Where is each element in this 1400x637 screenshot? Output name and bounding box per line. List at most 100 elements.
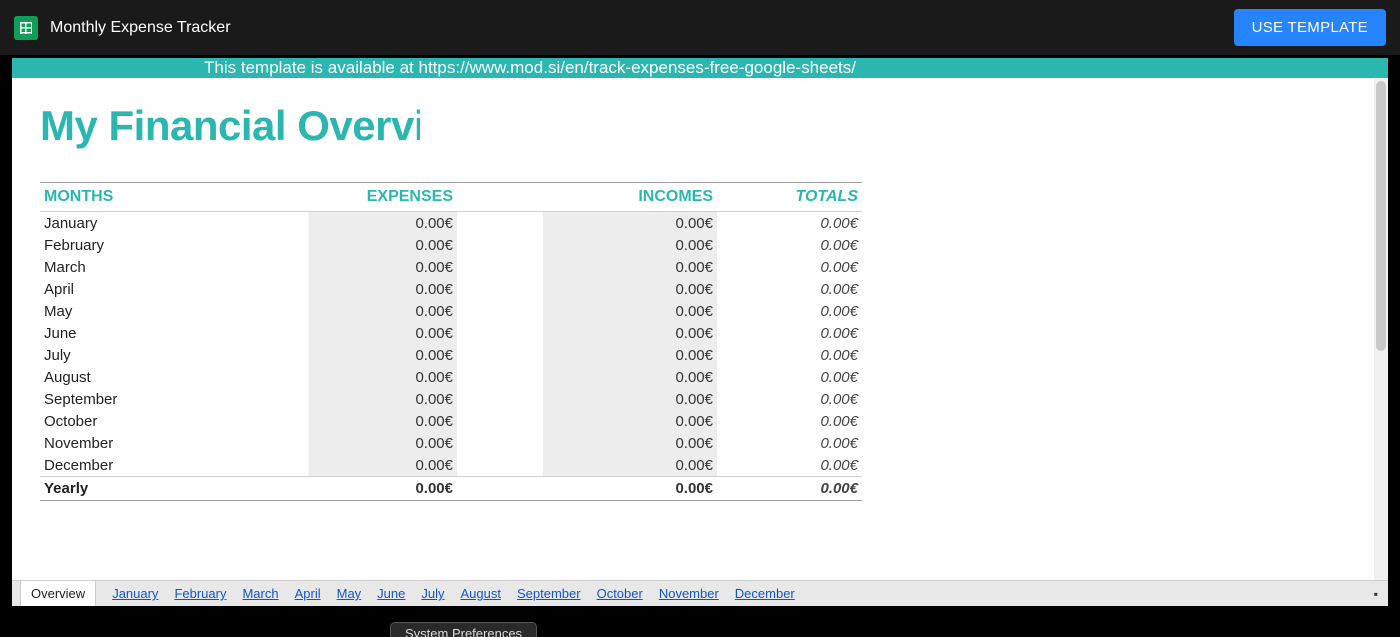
cell-totals[interactable]: 0.00€ xyxy=(717,344,862,366)
cell-incomes[interactable]: 0.00€ xyxy=(457,322,717,344)
cell-incomes[interactable]: 0.00€ xyxy=(457,212,717,235)
cell-expenses[interactable]: 0.00€ xyxy=(235,256,457,278)
cell-month[interactable]: April xyxy=(40,278,235,300)
sheets-icon xyxy=(14,16,38,40)
cell-month[interactable]: December xyxy=(40,454,235,477)
cell-month[interactable]: July xyxy=(40,344,235,366)
table-row[interactable]: October0.00€0.00€0.00€ xyxy=(40,410,862,432)
cell-totals[interactable]: 0.00€ xyxy=(717,234,862,256)
cell-expenses[interactable]: 0.00€ xyxy=(235,344,457,366)
tab-june[interactable]: June xyxy=(377,586,405,601)
tab-february[interactable]: February xyxy=(174,586,226,601)
tab-november[interactable]: November xyxy=(659,586,719,601)
cell-month[interactable]: August xyxy=(40,366,235,388)
cell-month[interactable]: September xyxy=(40,388,235,410)
cell-month[interactable]: October xyxy=(40,410,235,432)
cell-totals[interactable]: 0.00€ xyxy=(717,212,862,235)
col-header-totals: TOTALS xyxy=(717,183,862,212)
cell-month[interactable]: May xyxy=(40,300,235,322)
tab-may[interactable]: May xyxy=(337,586,362,601)
sheet-tab-strip: Overview January February March April Ma… xyxy=(12,580,1388,606)
cell-month[interactable]: June xyxy=(40,322,235,344)
cell-totals[interactable]: 0.00€ xyxy=(717,432,862,454)
cell-expenses[interactable]: 0.00€ xyxy=(235,300,457,322)
table-row[interactable]: September0.00€0.00€0.00€ xyxy=(40,388,862,410)
system-preferences-popup[interactable]: System Preferences xyxy=(390,622,537,637)
cell-expenses[interactable]: 0.00€ xyxy=(235,278,457,300)
cell-totals[interactable]: 0.00€ xyxy=(717,300,862,322)
cell-totals[interactable]: 0.00€ xyxy=(717,454,862,477)
table-row[interactable]: May0.00€0.00€0.00€ xyxy=(40,300,862,322)
cell-expenses[interactable]: 0.00€ xyxy=(235,410,457,432)
tab-overview[interactable]: Overview xyxy=(20,580,96,606)
col-header-expenses: EXPENSES xyxy=(235,183,457,212)
table-row[interactable]: February0.00€0.00€0.00€ xyxy=(40,234,862,256)
cell-month[interactable]: March xyxy=(40,256,235,278)
cell-expenses[interactable]: 0.00€ xyxy=(235,366,457,388)
table-row[interactable]: August0.00€0.00€0.00€ xyxy=(40,366,862,388)
cell-totals[interactable]: 0.00€ xyxy=(717,256,862,278)
cell-incomes[interactable]: 0.00€ xyxy=(457,344,717,366)
cell-incomes[interactable]: 0.00€ xyxy=(457,410,717,432)
table-row[interactable]: June0.00€0.00€0.00€ xyxy=(40,322,862,344)
cell-incomes[interactable]: 0.00€ xyxy=(457,388,717,410)
info-banner: This template is available at https://ww… xyxy=(12,58,1388,78)
tab-april[interactable]: April xyxy=(295,586,321,601)
cell-incomes[interactable]: 0.00€ xyxy=(457,366,717,388)
cell-month[interactable]: January xyxy=(40,212,235,235)
cell-expenses[interactable]: 0.00€ xyxy=(235,432,457,454)
use-template-button[interactable]: USE TEMPLATE xyxy=(1234,9,1386,46)
document-title: Monthly Expense Tracker xyxy=(50,19,231,37)
table-row[interactable]: December0.00€0.00€0.00€ xyxy=(40,454,862,477)
cell-totals[interactable]: 0.00€ xyxy=(717,410,862,432)
cell-totals[interactable]: 0.00€ xyxy=(717,388,862,410)
cell-incomes[interactable]: 0.00€ xyxy=(457,454,717,477)
scrollbar-thumb[interactable] xyxy=(1376,81,1386,351)
cell-expenses[interactable]: 0.00€ xyxy=(235,388,457,410)
tab-september[interactable]: September xyxy=(517,586,581,601)
tab-december[interactable]: December xyxy=(735,586,795,601)
spreadsheet-frame: This template is available at https://ww… xyxy=(12,58,1388,606)
vertical-scrollbar[interactable] xyxy=(1374,78,1388,580)
table-header-row: MONTHS EXPENSES INCOMES TOTALS xyxy=(40,183,862,212)
table-row[interactable]: January0.00€0.00€0.00€ xyxy=(40,212,862,235)
cell-month[interactable]: November xyxy=(40,432,235,454)
col-header-incomes: INCOMES xyxy=(457,183,717,212)
table-row[interactable]: April0.00€0.00€0.00€ xyxy=(40,278,862,300)
cell-totals[interactable]: 0.00€ xyxy=(717,366,862,388)
table-row-yearly[interactable]: Yearly 0.00€ 0.00€ 0.00€ xyxy=(40,477,862,501)
top-bar: Monthly Expense Tracker USE TEMPLATE xyxy=(0,0,1400,55)
cell-incomes[interactable]: 0.00€ xyxy=(457,278,717,300)
cell-incomes[interactable]: 0.00€ xyxy=(457,300,717,322)
cell-expenses[interactable]: 0.00€ xyxy=(235,454,457,477)
cell-totals[interactable]: 0.00€ xyxy=(717,278,862,300)
tab-august[interactable]: August xyxy=(461,586,501,601)
tab-july[interactable]: July xyxy=(421,586,444,601)
cell-yearly-expenses[interactable]: 0.00€ xyxy=(235,477,457,501)
cell-expenses[interactable]: 0.00€ xyxy=(235,322,457,344)
cell-yearly-incomes[interactable]: 0.00€ xyxy=(457,477,717,501)
cell-yearly-label[interactable]: Yearly xyxy=(40,477,235,501)
table-row[interactable]: March0.00€0.00€0.00€ xyxy=(40,256,862,278)
sheet-body: My Financial Overview MONTHS EXPENSES IN… xyxy=(12,78,1388,580)
tab-march[interactable]: March xyxy=(242,586,278,601)
table-row[interactable]: July0.00€0.00€0.00€ xyxy=(40,344,862,366)
cell-month[interactable]: February xyxy=(40,234,235,256)
cell-incomes[interactable]: 0.00€ xyxy=(457,256,717,278)
table-row[interactable]: November0.00€0.00€0.00€ xyxy=(40,432,862,454)
cell-expenses[interactable]: 0.00€ xyxy=(235,212,457,235)
tab-october[interactable]: October xyxy=(597,586,643,601)
financial-table: MONTHS EXPENSES INCOMES TOTALS January0.… xyxy=(40,182,862,501)
table-body: January0.00€0.00€0.00€ February0.00€0.00… xyxy=(40,212,862,501)
page-title: My Financial Overview xyxy=(40,102,420,150)
tabs-overflow-icon[interactable]: ▪ xyxy=(1374,587,1378,601)
cell-incomes[interactable]: 0.00€ xyxy=(457,432,717,454)
col-header-months: MONTHS xyxy=(40,183,235,212)
cell-totals[interactable]: 0.00€ xyxy=(717,322,862,344)
cell-expenses[interactable]: 0.00€ xyxy=(235,234,457,256)
cell-yearly-totals[interactable]: 0.00€ xyxy=(717,477,862,501)
cell-incomes[interactable]: 0.00€ xyxy=(457,234,717,256)
tab-january[interactable]: January xyxy=(112,586,158,601)
info-banner-text: This template is available at https://ww… xyxy=(204,58,856,78)
top-bar-left: Monthly Expense Tracker xyxy=(14,16,231,40)
